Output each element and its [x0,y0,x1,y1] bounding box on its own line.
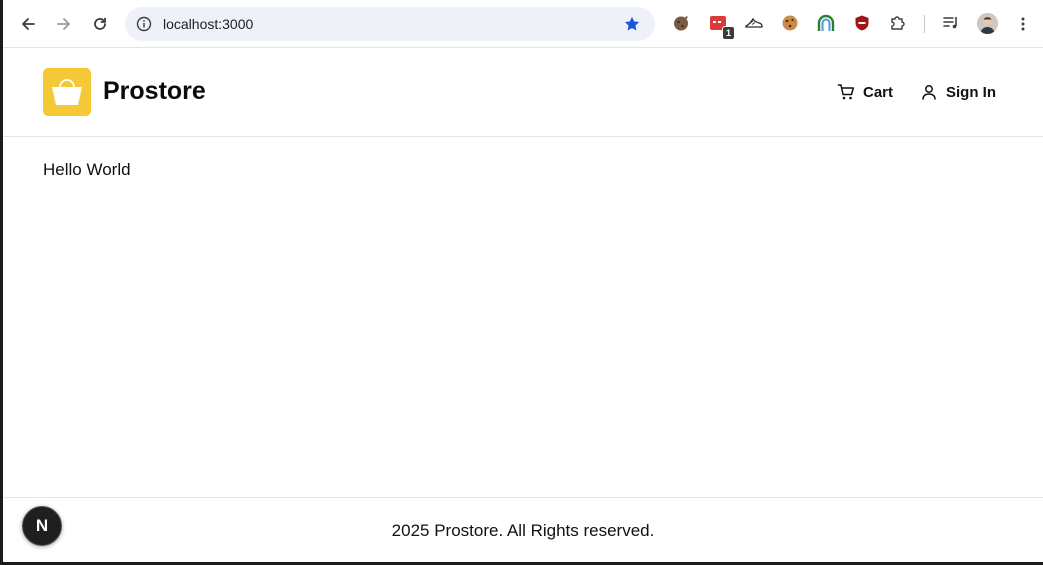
reload-button[interactable] [86,10,114,38]
calendar-extension-icon[interactable]: 1 [707,12,735,40]
address-bar[interactable]: localhost:3000 [125,7,655,41]
playlist-music-icon [943,17,957,29]
brand-name[interactable]: Prostore [103,76,206,106]
cookie-chip-icon [782,15,798,31]
nextjs-logo-icon: N [35,516,49,535]
sneaker-icon [745,17,763,28]
forward-button[interactable] [50,10,78,38]
user-photo-icon [977,13,998,34]
shopping-bag-icon [52,79,82,105]
back-arrow-icon [22,18,35,30]
forward-arrow-icon [57,18,70,30]
nextjs-dev-indicator-button[interactable]: N [22,506,62,546]
toolbar-separator [924,15,925,33]
user-icon [922,85,936,100]
rainbow-extension-icon[interactable] [815,12,837,34]
sneaker-extension-icon[interactable] [743,12,765,34]
cart-icon [837,84,855,100]
reload-icon [94,17,106,30]
logo[interactable] [43,68,91,116]
cookie-icon [674,16,688,31]
cart-link[interactable]: Cart [837,81,893,103]
site-footer: 2025 Prostore. All Rights reserved. [3,497,1043,562]
profile-avatar[interactable] [977,13,998,34]
cart-label[interactable]: Cart [863,84,893,101]
shield-extension-icon[interactable] [851,12,873,34]
media-control-button[interactable] [940,12,962,34]
sign-in-label[interactable]: Sign In [946,84,996,101]
back-button[interactable] [14,10,42,38]
extensions-menu-button[interactable] [887,12,909,34]
site-info-icon[interactable] [136,16,152,32]
sign-in-link[interactable]: Sign In [920,81,996,103]
puzzle-icon [891,16,905,30]
browser-toolbar: localhost:3000 1 [3,0,1043,48]
browser-menu-button[interactable] [1009,10,1037,38]
shield-icon [855,15,869,31]
cookie-extension-icon[interactable] [670,12,692,34]
kebab-menu-icon [1021,17,1025,31]
cookie-editor-extension-icon[interactable] [779,12,801,34]
url-text[interactable]: localhost:3000 [163,16,253,32]
main-greeting: Hello World [43,160,131,179]
browser-window: localhost:3000 1 Prostore Cart Sign In H… [0,0,1043,565]
footer-copyright: 2025 Prostore. All Rights reserved. [391,521,655,540]
extension-badge-count: 1 [721,26,735,40]
arch-icon [817,14,835,31]
bookmark-star-icon[interactable] [623,15,641,33]
site-header: Prostore Cart Sign In [3,48,1043,137]
